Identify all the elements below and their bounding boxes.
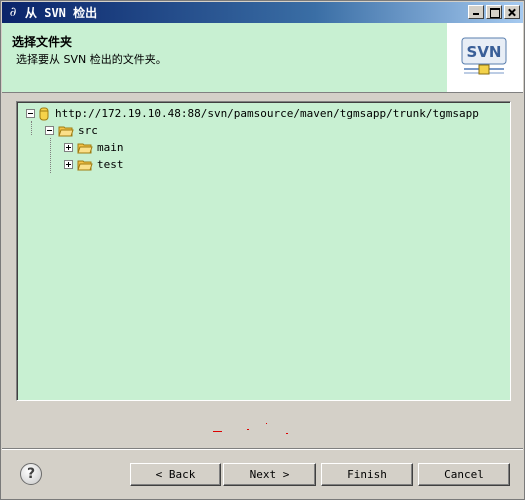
stray-mark <box>213 431 222 432</box>
wizard-banner: 选择文件夹 选择要从 SVN 检出的文件夹。 SVN <box>2 23 523 93</box>
folder-icon <box>77 143 93 153</box>
stray-mark <box>266 423 267 424</box>
finish-button[interactable]: Finish <box>321 463 413 486</box>
tree-node-root[interactable]: http://172.19.10.48:88/svn/pamsource/mav… <box>26 105 479 122</box>
help-icon[interactable]: ? <box>20 463 42 485</box>
collapse-icon[interactable] <box>45 126 54 135</box>
collapse-icon[interactable] <box>26 109 35 118</box>
banner-title: 选择文件夹 <box>12 35 73 49</box>
window-title: 从 SVN 检出 <box>25 6 98 20</box>
repository-icon <box>39 107 49 120</box>
window-controls <box>466 5 520 19</box>
next-button[interactable]: Next > <box>223 463 316 486</box>
tree-node-label: test <box>97 158 124 171</box>
eclipse-app-icon: ∂ <box>9 4 17 20</box>
tree-node-label: src <box>78 124 98 137</box>
svn-logo-icon: SVN <box>461 37 507 75</box>
expand-icon[interactable] <box>64 160 73 169</box>
svn-logo-panel: SVN <box>447 23 523 92</box>
back-button[interactable]: < Back <box>130 463 221 486</box>
folder-tree[interactable]: http://172.19.10.48:88/svn/pamsource/mav… <box>16 101 511 401</box>
tree-node-label: http://172.19.10.48:88/svn/pamsource/mav… <box>55 107 479 120</box>
tree-node-label: main <box>97 141 124 154</box>
maximize-icon[interactable] <box>486 5 502 19</box>
stray-mark <box>247 429 249 430</box>
banner-description: 选择要从 SVN 检出的文件夹。 <box>16 53 167 66</box>
footer-separator <box>2 448 523 450</box>
close-icon[interactable] <box>504 5 520 19</box>
minimize-icon[interactable] <box>468 5 484 19</box>
title-bar[interactable]: ∂ 从 SVN 检出 <box>2 2 523 23</box>
svn-checkout-dialog: ∂ 从 SVN 检出 选择文件夹 选择要从 SVN 检出的文件夹。 SVN ht… <box>0 0 525 500</box>
tree-node-test[interactable]: test <box>64 156 124 173</box>
expand-icon[interactable] <box>64 143 73 152</box>
stray-mark <box>286 433 288 434</box>
tree-node-src[interactable]: src <box>45 122 98 139</box>
tree-node-main[interactable]: main <box>64 139 124 156</box>
cancel-button[interactable]: Cancel <box>418 463 510 486</box>
folder-icon <box>77 160 93 170</box>
svn-logo-text: SVN <box>467 43 502 61</box>
folder-open-icon <box>58 126 74 136</box>
